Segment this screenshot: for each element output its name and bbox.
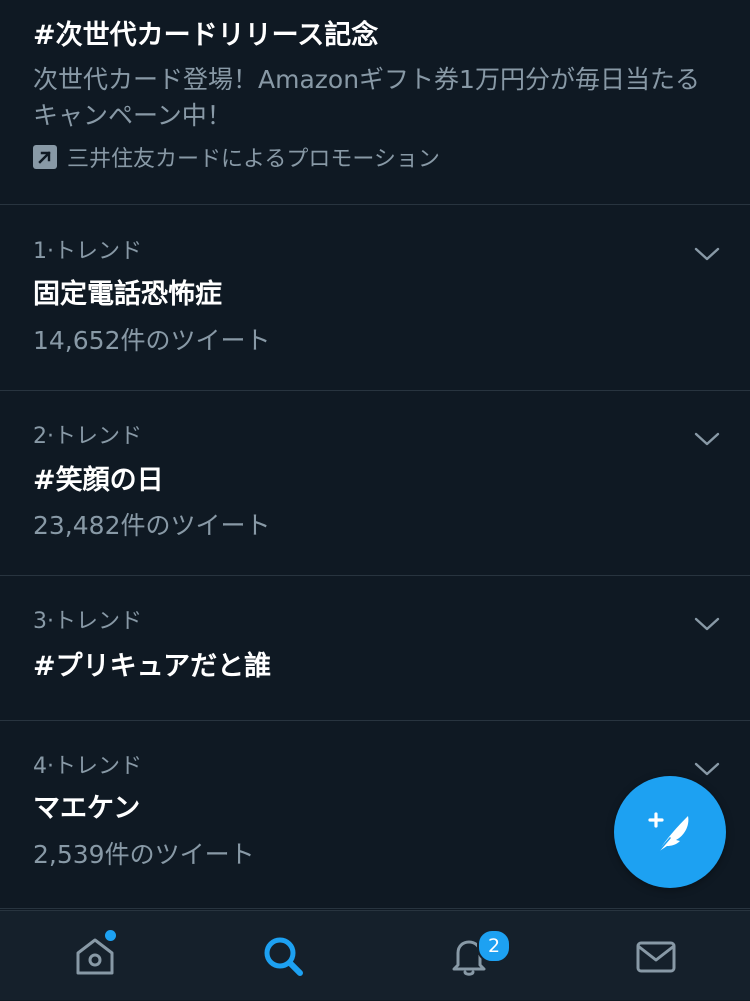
trend-name: #プリキュアだと誰 xyxy=(33,651,272,682)
chevron-down-icon[interactable] xyxy=(694,615,720,633)
notifications-badge: 2 xyxy=(477,929,511,963)
promoted-by-line: 三井住友カードによるプロモーション xyxy=(33,141,440,173)
promoted-arrow-icon xyxy=(33,145,57,169)
home-new-dot xyxy=(105,930,116,941)
trend-item[interactable]: 2·トレンド #笑顔の日 23,482件のツイート xyxy=(0,391,750,576)
chevron-down-icon[interactable] xyxy=(694,245,720,263)
tab-messages[interactable] xyxy=(616,911,696,1001)
bottom-tab-bar: 2 xyxy=(0,910,750,1000)
trend-tweet-count: 23,482件のツイート xyxy=(33,511,271,540)
tab-notifications[interactable]: 2 xyxy=(429,911,511,1001)
trend-item[interactable]: 1·トレンド 固定電話恐怖症 14,652件のツイート xyxy=(0,205,750,391)
compose-tweet-button[interactable] xyxy=(614,776,726,888)
tab-search[interactable] xyxy=(243,911,323,1001)
trend-name: 固定電話恐怖症 xyxy=(33,279,222,310)
trend-item[interactable]: 3·トレンド #プリキュアだと誰 xyxy=(0,576,750,721)
promoted-by-label: 三井住友カードによるプロモーション xyxy=(67,147,440,172)
trend-tweet-count: 14,652件のツイート xyxy=(33,326,271,355)
promoted-trend-description: 次世代カード登場！Amazonギフト券1万円分が毎日当たるキャンペーン中！ xyxy=(33,65,700,130)
trend-name: #笑顔の日 xyxy=(33,465,164,496)
chevron-down-icon[interactable] xyxy=(694,430,720,448)
trend-rank-label: 3·トレンド xyxy=(33,609,142,634)
promoted-trend-title: #次世代カードリリース記念 xyxy=(33,20,379,51)
trend-rank-label: 2·トレンド xyxy=(33,424,142,449)
trend-rank-label: 1·トレンド xyxy=(33,239,142,264)
trend-name: マエケン xyxy=(33,793,141,824)
trend-rank-label: 4·トレンド xyxy=(33,754,142,779)
promoted-trend[interactable]: #次世代カードリリース記念 次世代カード登場！Amazonギフト券1万円分が毎日… xyxy=(0,0,750,205)
search-icon xyxy=(264,937,303,976)
chevron-down-icon[interactable] xyxy=(694,760,720,778)
compose-quill-icon xyxy=(648,812,689,853)
trend-tweet-count: 2,539件のツイート xyxy=(33,840,255,869)
tab-home[interactable] xyxy=(55,911,135,1001)
mail-icon xyxy=(636,941,676,973)
